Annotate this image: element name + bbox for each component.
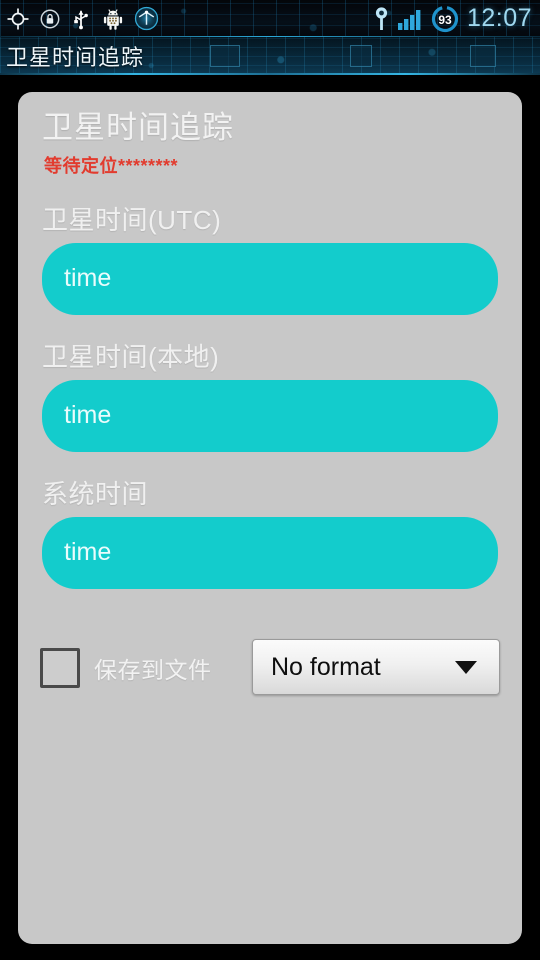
label-satellite-time-utc: 卫星时间(UTC) (42, 204, 222, 235)
circuit-chip-decoration (210, 45, 240, 67)
format-dropdown[interactable]: No format (252, 639, 500, 695)
label-system-time: 系统时间 (42, 478, 149, 509)
status-bar-right-icons: 93 12:07 (373, 0, 532, 37)
chevron-down-icon (455, 660, 477, 674)
app-title: 卫星时间追踪 (6, 45, 145, 70)
signal-bars-icon (397, 9, 421, 30)
status-bar-left-icons (6, 0, 159, 37)
status-bar-clock: 12:07 (466, 4, 532, 32)
silent-lock-icon (40, 9, 60, 28)
status-message: 等待定位******** (44, 155, 179, 176)
network-globe-icon (134, 6, 159, 31)
label-satellite-time-local: 卫星时间(本地) (42, 341, 220, 372)
satellite-time-local-input[interactable] (42, 379, 498, 452)
status-bar[interactable]: 93 12:07 (0, 0, 540, 37)
main-panel: 卫星时间追踪 等待定位******** 卫星时间(UTC) 卫星时间(本地) 系… (18, 92, 522, 944)
system-time-input[interactable] (42, 516, 498, 589)
gps-pin-icon (375, 6, 388, 30)
app-title-bar: 卫星时间追踪 (0, 37, 540, 75)
format-dropdown-value: No format (271, 652, 381, 681)
circuit-chip-decoration (350, 45, 372, 67)
android-robot-icon (103, 8, 123, 30)
gps-location-icon (7, 8, 29, 29)
usb-icon (74, 10, 88, 29)
circuit-chip-decoration (470, 45, 496, 67)
battery-icon: 93 (431, 5, 459, 32)
page-title: 卫星时间追踪 (42, 110, 234, 145)
save-options-row: 保存到文件 No format (18, 635, 522, 701)
battery-level-text: 93 (438, 13, 452, 27)
satellite-time-utc-input[interactable] (42, 242, 498, 315)
save-to-file-checkbox[interactable] (40, 648, 80, 688)
save-to-file-label: 保存到文件 (94, 657, 212, 683)
